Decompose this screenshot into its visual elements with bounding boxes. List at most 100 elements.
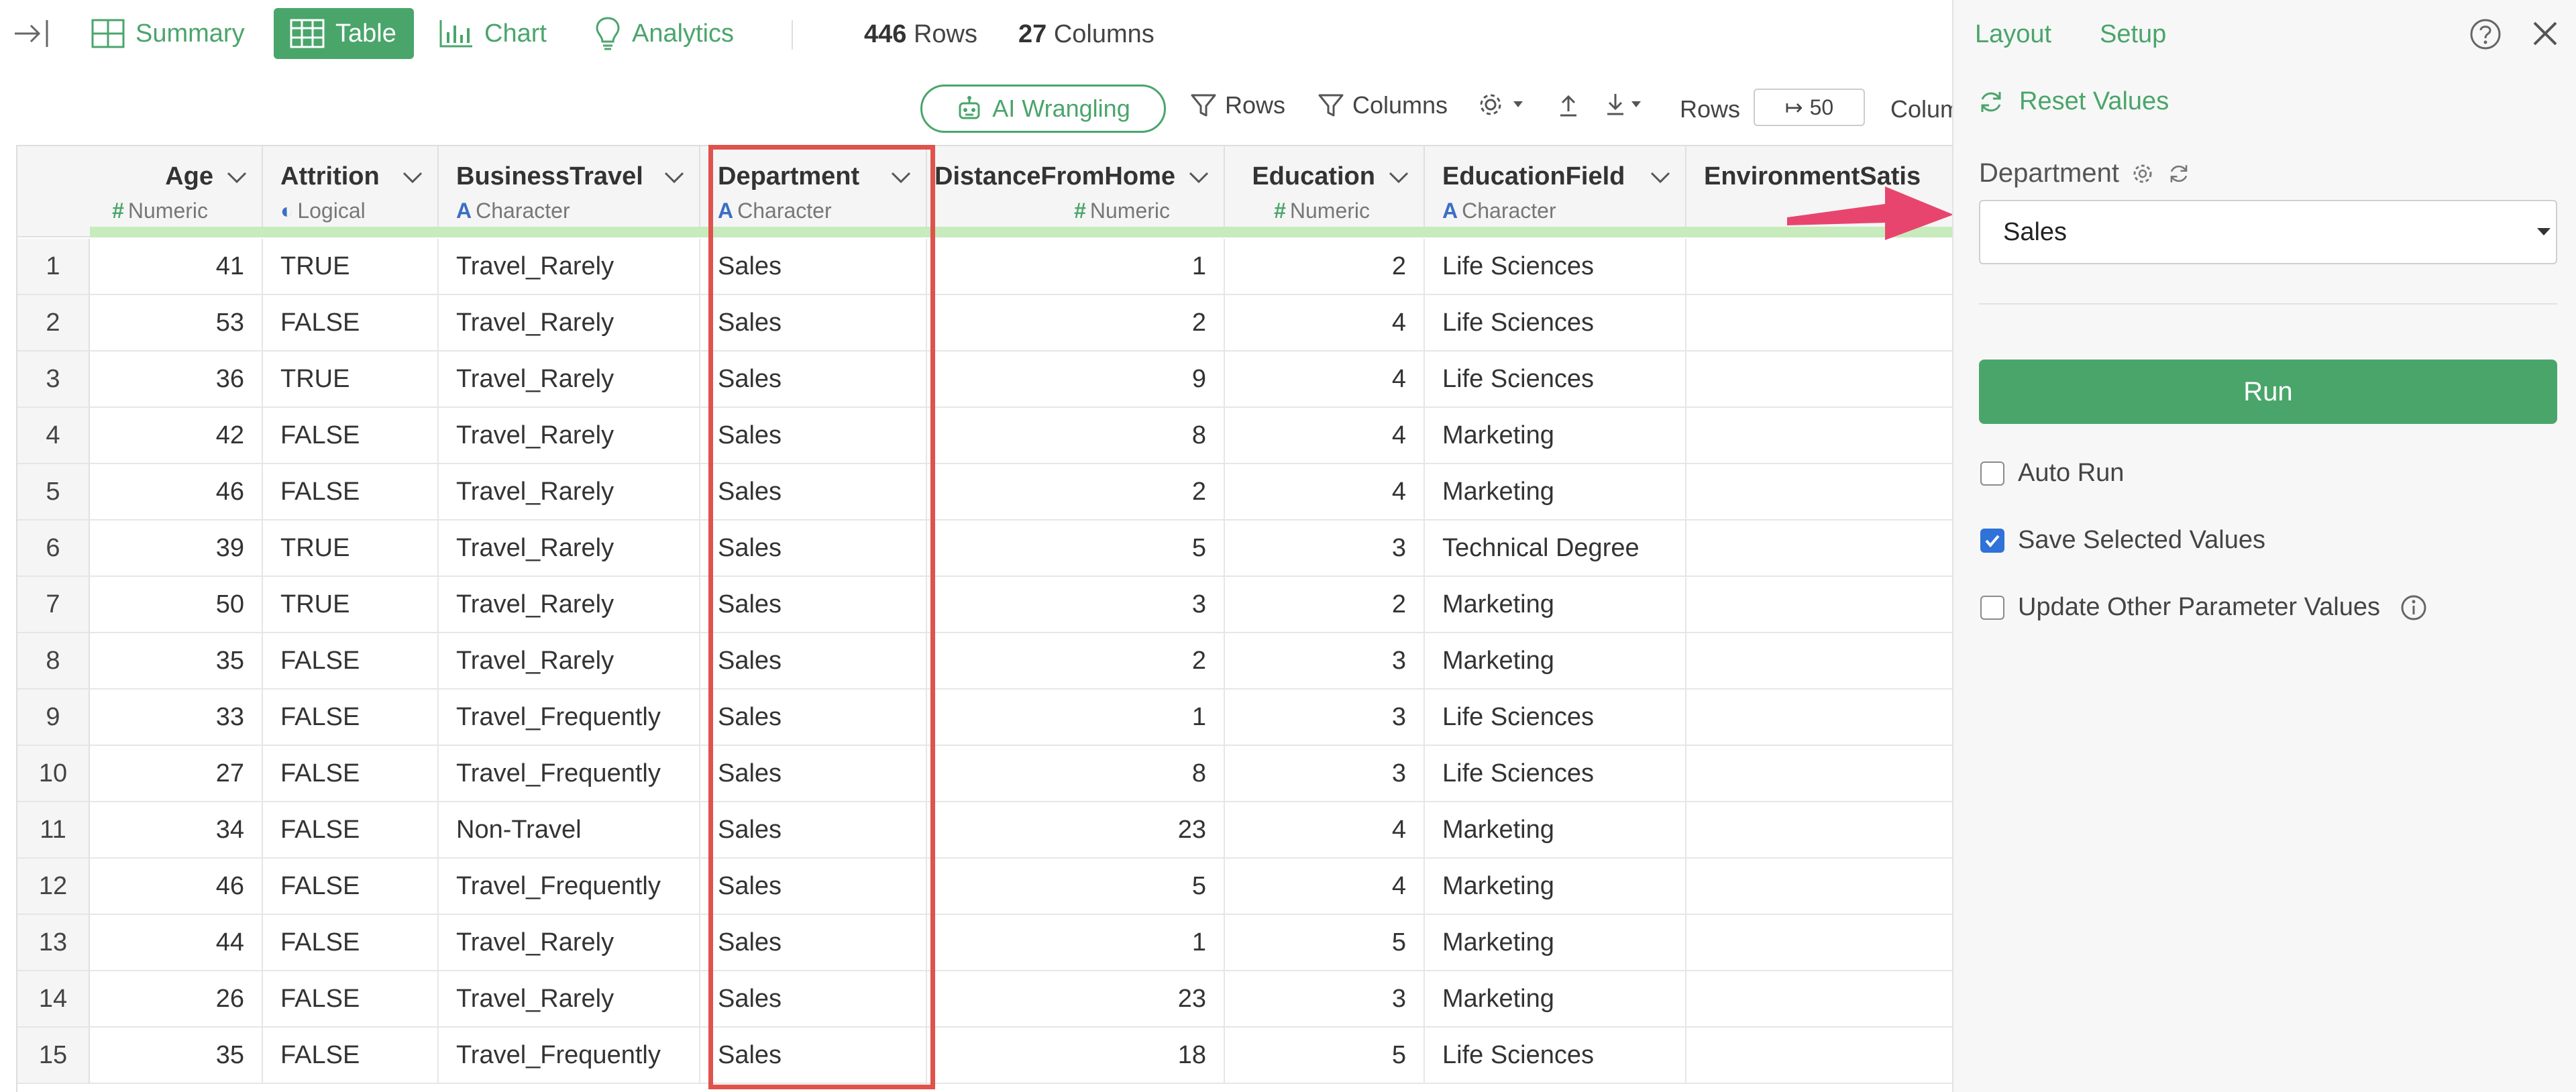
table-cell-field[interactable]: Marketing: [1425, 577, 1686, 633]
table-cell-dept[interactable]: Sales: [700, 521, 927, 577]
table-cell-age[interactable]: 26: [90, 971, 263, 1028]
table-cell-edu[interactable]: 3: [1225, 746, 1425, 802]
table-cell-attr[interactable]: FALSE: [263, 971, 439, 1028]
table-cell-age[interactable]: 35: [90, 1028, 263, 1084]
table-cell-age[interactable]: 53: [90, 295, 263, 351]
update-other-values-option[interactable]: Update Other Parameter Values: [1980, 593, 2427, 622]
table-cell-attr[interactable]: TRUE: [263, 239, 439, 295]
table-cell-dept[interactable]: Sales: [700, 408, 927, 464]
close-icon[interactable]: [2530, 19, 2560, 48]
table-cell-edu[interactable]: 3: [1225, 521, 1425, 577]
table-cell-env[interactable]: [1686, 464, 1952, 521]
table-cell-edu[interactable]: 2: [1225, 239, 1425, 295]
table-cell-dist[interactable]: 1: [927, 239, 1225, 295]
upload-button[interactable]: [1555, 91, 1590, 118]
table-cell-field[interactable]: Life Sciences: [1425, 1028, 1686, 1084]
table-cell-attr[interactable]: TRUE: [263, 521, 439, 577]
table-cell-dist[interactable]: 23: [927, 971, 1225, 1028]
table-cell-field[interactable]: Life Sciences: [1425, 690, 1686, 746]
chevron-down-icon[interactable]: [1649, 169, 1672, 185]
table-cell-dist[interactable]: 5: [927, 859, 1225, 915]
table-cell-env[interactable]: [1686, 577, 1952, 633]
info-icon[interactable]: [2400, 594, 2427, 621]
table-cell-edu[interactable]: 3: [1225, 971, 1425, 1028]
gear-icon[interactable]: [2131, 162, 2154, 185]
tab-chart[interactable]: Chart: [423, 8, 564, 59]
filter-columns-button[interactable]: Columns: [1318, 91, 1448, 119]
chevron-down-icon[interactable]: [1387, 169, 1410, 185]
table-cell-age[interactable]: 36: [90, 351, 263, 408]
table-cell-env[interactable]: [1686, 408, 1952, 464]
table-cell-travel[interactable]: Travel_Rarely: [439, 915, 700, 971]
table-cell-env[interactable]: [1686, 295, 1952, 351]
rows-per-page-input[interactable]: ↦ 50: [1754, 89, 1865, 126]
table-cell-edu[interactable]: 2: [1225, 577, 1425, 633]
table-cell-dept[interactable]: Sales: [700, 351, 927, 408]
download-menu-button[interactable]: [1602, 91, 1664, 118]
table-cell-dist[interactable]: 2: [927, 295, 1225, 351]
table-cell-dist[interactable]: 9: [927, 351, 1225, 408]
table-cell-travel[interactable]: Travel_Frequently: [439, 746, 700, 802]
table-cell-dept[interactable]: Sales: [700, 859, 927, 915]
table-cell-travel[interactable]: Travel_Rarely: [439, 408, 700, 464]
table-cell-attr[interactable]: FALSE: [263, 802, 439, 859]
chevron-down-icon[interactable]: [225, 169, 248, 185]
table-cell-age[interactable]: 33: [90, 690, 263, 746]
table-cell-travel[interactable]: Travel_Frequently: [439, 859, 700, 915]
table-cell-attr[interactable]: FALSE: [263, 746, 439, 802]
table-cell-field[interactable]: Life Sciences: [1425, 746, 1686, 802]
table-cell-age[interactable]: 42: [90, 408, 263, 464]
table-cell-attr[interactable]: FALSE: [263, 464, 439, 521]
tab-layout[interactable]: Layout: [1975, 20, 2051, 49]
table-cell-travel[interactable]: Travel_Rarely: [439, 633, 700, 690]
table-cell-age[interactable]: 50: [90, 577, 263, 633]
table-cell-age[interactable]: 41: [90, 239, 263, 295]
table-cell-dist[interactable]: 23: [927, 802, 1225, 859]
table-cell-edu[interactable]: 3: [1225, 633, 1425, 690]
table-cell-env[interactable]: [1686, 633, 1952, 690]
table-cell-dist[interactable]: 18: [927, 1028, 1225, 1084]
chevron-down-icon[interactable]: [890, 169, 912, 185]
table-cell-dept[interactable]: Sales: [700, 239, 927, 295]
table-cell-attr[interactable]: FALSE: [263, 633, 439, 690]
auto-run-option[interactable]: Auto Run: [1980, 459, 2124, 488]
table-cell-travel[interactable]: Travel_Rarely: [439, 521, 700, 577]
table-cell-attr[interactable]: FALSE: [263, 915, 439, 971]
auto-run-checkbox[interactable]: [1980, 461, 2004, 486]
table-cell-dist[interactable]: 3: [927, 577, 1225, 633]
reset-values-button[interactable]: Reset Values: [1978, 87, 2169, 116]
table-cell-env[interactable]: [1686, 971, 1952, 1028]
table-cell-dept[interactable]: Sales: [700, 971, 927, 1028]
tab-setup[interactable]: Setup: [2100, 20, 2166, 49]
tab-table[interactable]: Table: [274, 8, 414, 59]
table-cell-travel[interactable]: Travel_Rarely: [439, 464, 700, 521]
table-cell-travel[interactable]: Travel_Rarely: [439, 351, 700, 408]
table-cell-env[interactable]: [1686, 859, 1952, 915]
column-header-educationfield[interactable]: EducationField A Character: [1425, 146, 1686, 237]
table-cell-dist[interactable]: 1: [927, 690, 1225, 746]
table-cell-edu[interactable]: 4: [1225, 859, 1425, 915]
table-cell-dist[interactable]: 2: [927, 633, 1225, 690]
tab-analytics[interactable]: Analytics: [578, 8, 751, 59]
table-cell-dist[interactable]: 2: [927, 464, 1225, 521]
column-header-age[interactable]: Age # Numeric: [90, 146, 263, 237]
ai-wrangling-button[interactable]: AI Wrangling: [920, 85, 1166, 133]
table-cell-env[interactable]: [1686, 1028, 1952, 1084]
tab-summary[interactable]: Summary: [75, 8, 262, 59]
table-cell-attr[interactable]: FALSE: [263, 1028, 439, 1084]
table-cell-field[interactable]: Life Sciences: [1425, 239, 1686, 295]
table-cell-dept[interactable]: Sales: [700, 1028, 927, 1084]
table-cell-dept[interactable]: Sales: [700, 802, 927, 859]
table-cell-attr[interactable]: FALSE: [263, 295, 439, 351]
department-select[interactable]: Sales: [1979, 200, 2557, 264]
table-cell-dist[interactable]: 8: [927, 746, 1225, 802]
column-header-attrition[interactable]: Attrition ◐ Logical: [263, 146, 439, 237]
table-cell-edu[interactable]: 4: [1225, 351, 1425, 408]
run-button[interactable]: Run: [1979, 360, 2557, 424]
table-cell-age[interactable]: 27: [90, 746, 263, 802]
table-cell-dist[interactable]: 5: [927, 521, 1225, 577]
table-cell-dept[interactable]: Sales: [700, 295, 927, 351]
update-other-values-checkbox[interactable]: [1980, 595, 2004, 620]
save-selected-values-option[interactable]: Save Selected Values: [1980, 526, 2265, 555]
table-cell-field[interactable]: Marketing: [1425, 802, 1686, 859]
